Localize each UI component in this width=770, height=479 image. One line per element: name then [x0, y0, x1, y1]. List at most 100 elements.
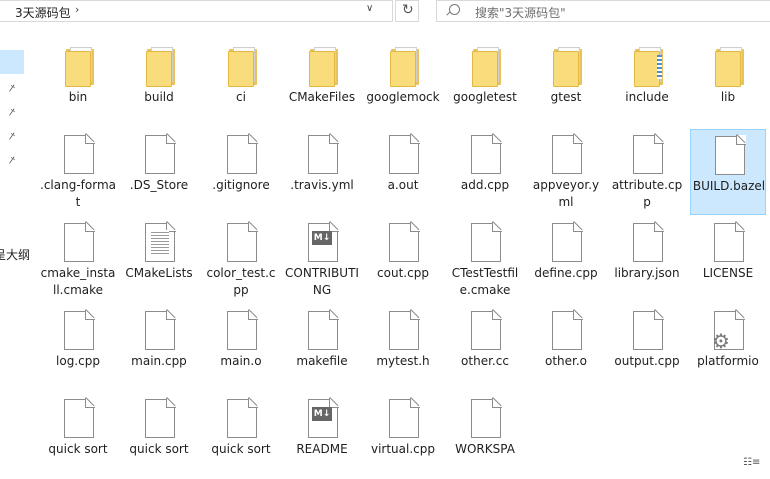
document-icon: [550, 222, 584, 263]
file-item[interactable]: a.out: [365, 129, 441, 215]
folder-item[interactable]: build: [121, 41, 197, 127]
refresh-icon: ↻: [402, 2, 414, 18]
item-label: other.o: [544, 354, 588, 368]
item-label: main.o: [220, 354, 262, 368]
nav-item-selected[interactable]: [0, 50, 24, 74]
breadcrumb-current-folder[interactable]: 3天源码包: [15, 4, 71, 21]
document-icon: [62, 310, 96, 351]
file-item[interactable]: M↓ CONTRIBUTING: [284, 217, 360, 303]
folder-icon: [143, 47, 177, 87]
item-label: cout.cpp: [377, 266, 429, 280]
refresh-button[interactable]: ↻: [395, 0, 419, 22]
file-item[interactable]: mytest.h: [365, 305, 441, 391]
file-item[interactable]: makefile: [284, 305, 360, 391]
item-label: a.out: [387, 178, 419, 192]
file-item[interactable]: ⚙ platformio: [690, 305, 766, 391]
folder-item[interactable]: CMakeFiles: [284, 41, 360, 127]
document-icon: [469, 134, 503, 175]
file-item[interactable]: color_test.cpp: [203, 217, 279, 303]
item-label: WORKSPA: [455, 442, 515, 456]
folder-icon: [62, 47, 96, 87]
document-icon: [62, 398, 96, 439]
pin-icon: †: [6, 154, 17, 167]
file-item[interactable]: quick sort: [40, 393, 116, 479]
file-item[interactable]: quick sort: [121, 393, 197, 479]
item-label: gtest: [550, 90, 582, 104]
file-item[interactable]: add.cpp: [447, 129, 523, 215]
folder-icon: [712, 47, 746, 87]
folder-item[interactable]: googletest: [447, 41, 523, 127]
search-input[interactable]: 搜索"3天源码包": [475, 4, 566, 21]
folder-item[interactable]: bin: [40, 41, 116, 127]
file-item[interactable]: output.cpp: [609, 305, 685, 391]
markdown-icon: M↓: [306, 222, 340, 263]
file-item[interactable]: define.cpp: [528, 217, 604, 303]
file-item[interactable]: virtual.cpp: [365, 393, 441, 479]
file-item[interactable]: main.o: [203, 305, 279, 391]
file-item[interactable]: cout.cpp: [365, 217, 441, 303]
item-label: define.cpp: [534, 266, 598, 280]
folder-item[interactable]: include: [609, 41, 685, 127]
document-icon: [631, 310, 665, 351]
file-item[interactable]: log.cpp: [40, 305, 116, 391]
item-label: output.cpp: [614, 354, 680, 368]
document-icon: [550, 134, 584, 175]
item-label: add.cpp: [460, 178, 510, 192]
document-icon: [143, 398, 177, 439]
breadcrumb-chevron-icon[interactable]: ›: [75, 3, 79, 16]
search-icon: [449, 4, 460, 15]
item-label: lib: [720, 90, 736, 104]
item-label: bin: [68, 90, 88, 104]
file-item[interactable]: CTestTestfile.cmake: [447, 217, 523, 303]
file-item[interactable]: .gitignore: [203, 129, 279, 215]
file-item[interactable]: BUILD.bazel: [690, 129, 766, 215]
nav-item-label[interactable]: 呈大纲: [0, 246, 30, 263]
file-item[interactable]: LICENSE: [690, 217, 766, 303]
address-dropdown-icon[interactable]: ∨: [366, 3, 373, 14]
item-label: CMakeFiles: [288, 90, 356, 104]
item-label: log.cpp: [56, 354, 100, 368]
item-label: build: [144, 90, 174, 104]
item-label: .travis.yml: [290, 178, 354, 192]
file-item[interactable]: .travis.yml: [284, 129, 360, 215]
view-toggle-icon[interactable]: ☷≡: [743, 457, 760, 468]
item-label: quick sort: [129, 442, 189, 456]
document-icon: [469, 222, 503, 263]
file-item[interactable]: cmake_install.cmake: [40, 217, 116, 303]
document-icon: [62, 222, 96, 263]
item-label: googletest: [453, 90, 517, 104]
folder-item[interactable]: lib: [690, 41, 766, 127]
item-label: makefile: [296, 354, 348, 368]
file-item[interactable]: M↓ README: [284, 393, 360, 479]
document-icon: [713, 135, 747, 176]
document-icon: [387, 222, 421, 263]
document-icon: [143, 134, 177, 175]
file-item[interactable]: other.cc: [447, 305, 523, 391]
file-item[interactable]: CMakeLists: [121, 217, 197, 303]
folder-item[interactable]: ci: [203, 41, 279, 127]
document-icon: [387, 310, 421, 351]
folder-item[interactable]: googlemock: [365, 41, 441, 127]
file-item[interactable]: main.cpp: [121, 305, 197, 391]
settings-file-icon: ⚙: [712, 310, 746, 351]
folder-item[interactable]: gtest: [528, 41, 604, 127]
document-icon: [387, 398, 421, 439]
document-icon: [469, 398, 503, 439]
file-item[interactable]: library.json: [609, 217, 685, 303]
item-label: CONTRIBUTING: [285, 266, 359, 297]
file-item[interactable]: attribute.cpp: [609, 129, 685, 215]
item-label: .clang-format: [40, 178, 116, 209]
item-label: other.cc: [461, 354, 509, 368]
file-item[interactable]: quick sort: [203, 393, 279, 479]
file-item[interactable]: .DS_Store: [121, 129, 197, 215]
search-box[interactable]: 搜索"3天源码包": [436, 0, 770, 22]
document-icon: [631, 134, 665, 175]
file-item[interactable]: WORKSPA: [447, 393, 523, 479]
file-item[interactable]: .clang-format: [40, 129, 116, 215]
file-item[interactable]: other.o: [528, 305, 604, 391]
pin-icon: †: [6, 106, 17, 119]
file-item[interactable]: appveyor.yml: [528, 129, 604, 215]
folder-icon: [550, 47, 584, 87]
address-bar[interactable]: 3天源码包 › ∨: [0, 0, 393, 22]
document-icon: [306, 310, 340, 351]
